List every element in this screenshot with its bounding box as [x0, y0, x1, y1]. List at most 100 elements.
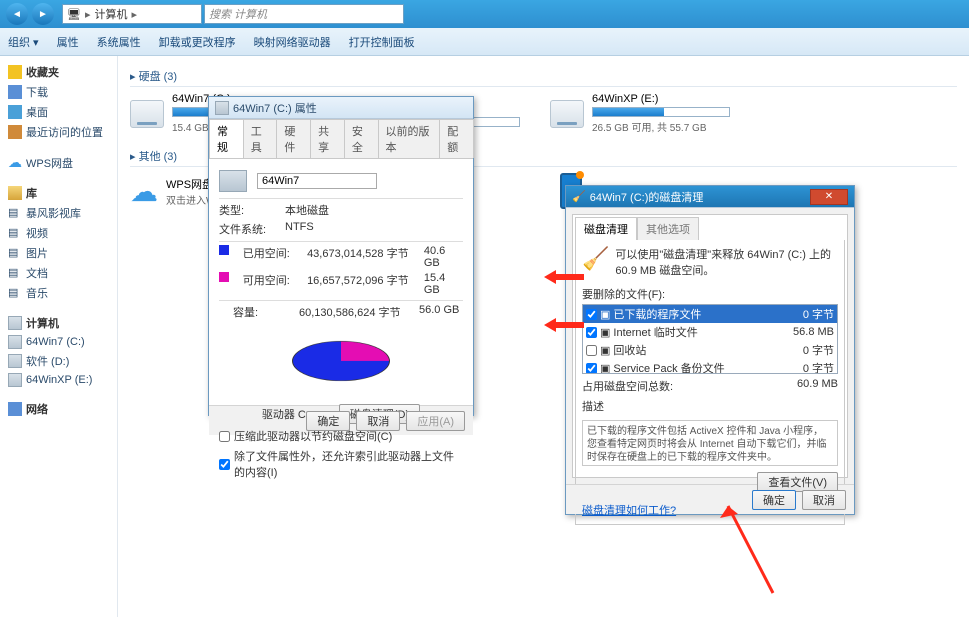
sidebar-item-desktop[interactable]: 桌面: [8, 102, 109, 122]
control-panel-button[interactable]: 打开控制面板: [349, 34, 415, 50]
cleanup-icon: 🧹: [572, 190, 586, 203]
sidebar-item-pictures[interactable]: ▤图片: [8, 243, 109, 263]
sidebar-item-downloads[interactable]: 下载: [8, 82, 109, 102]
ok-button[interactable]: 确定: [752, 490, 796, 510]
tab-disk-cleanup[interactable]: 磁盘清理: [575, 217, 637, 240]
properties-button[interactable]: 属性: [57, 34, 79, 50]
free-bytes: 16,657,572,096 字节: [307, 272, 414, 296]
tab-tools[interactable]: 工具: [243, 119, 278, 158]
used-bytes: 43,673,014,528 字节: [307, 245, 414, 269]
breadcrumb: 计算机: [95, 6, 128, 22]
desc-head: 描述: [582, 398, 838, 414]
capacity-label: 容量:: [233, 304, 289, 320]
list-item[interactable]: ▣Internet 临时文件56.8 MB: [583, 323, 837, 341]
tab-security[interactable]: 安全: [344, 119, 379, 158]
nav-back-button[interactable]: ◄: [6, 3, 28, 25]
sidebar-drive-d[interactable]: 软件 (D:): [8, 351, 109, 371]
tab-more-options[interactable]: 其他选项: [637, 217, 699, 240]
desc-text: 已下载的程序文件包括 ActiveX 控件和 Java 小程序，您查看特定网页时…: [582, 420, 838, 466]
file-checkbox[interactable]: [586, 309, 597, 320]
tab-sharing[interactable]: 共享: [310, 119, 345, 158]
dialog-title: 64Win7 (C:)的磁盘清理: [590, 189, 704, 205]
system-properties-button[interactable]: 系统属性: [97, 34, 141, 50]
cloud-icon: ☁: [130, 175, 158, 208]
sidebar-item-recent[interactable]: 最近访问的位置: [8, 122, 109, 142]
drive-icon: [8, 373, 22, 387]
list-item[interactable]: ▣Service Pack 备份文件0 字节: [583, 359, 837, 374]
document-icon: ▤: [8, 266, 22, 280]
disk-cleanup-dialog: 🧹 64Win7 (C:)的磁盘清理 ✕ 磁盘清理 其他选项 🧹 可以使用"磁盘…: [565, 185, 855, 515]
drives-section-head[interactable]: ▸ 硬盘 (3): [130, 68, 957, 87]
file-icon: ▣: [600, 362, 610, 375]
star-icon: [8, 65, 22, 79]
how-works-link[interactable]: 磁盘清理如何工作?: [582, 505, 676, 517]
picture-icon: ▤: [8, 246, 22, 260]
drive-e[interactable]: 64WinXP (E:) 26.5 GB 可用, 共 55.7 GB: [550, 93, 730, 134]
toolbar: 组织 ▾ 属性 系统属性 卸载或更改程序 映射网络驱动器 打开控制面板: [0, 28, 969, 56]
cloud-icon: ☁: [8, 154, 22, 171]
music-icon: ▤: [8, 286, 22, 300]
ok-button[interactable]: 确定: [306, 411, 350, 431]
used-legend-icon: [219, 245, 229, 255]
dialog-tabs: 常规 工具 硬件 共享 安全 以前的版本 配额: [209, 119, 473, 159]
library-icon: [8, 186, 22, 200]
dialog-title: 64Win7 (C:) 属性: [233, 100, 317, 116]
cancel-button[interactable]: 取消: [356, 411, 400, 431]
file-icon: ▣: [600, 308, 610, 321]
sidebar-network-head[interactable]: 网络: [8, 399, 109, 419]
organize-menu[interactable]: 组织 ▾: [8, 34, 39, 50]
drive-usage-bar: [592, 107, 730, 117]
sidebar-wps[interactable]: ☁WPS网盘: [8, 152, 109, 173]
sidebar-item-music[interactable]: ▤音乐: [8, 283, 109, 303]
tab-prev-versions[interactable]: 以前的版本: [378, 119, 441, 158]
sidebar-item-documents[interactable]: ▤文档: [8, 263, 109, 283]
compress-checkbox[interactable]: [219, 431, 230, 442]
download-icon: [8, 85, 22, 99]
tab-hardware[interactable]: 硬件: [276, 119, 311, 158]
apply-button[interactable]: 应用(A): [406, 411, 465, 431]
video-icon: ▤: [8, 206, 22, 220]
list-item[interactable]: ▣回收站0 字节: [583, 341, 837, 359]
drive-icon: [215, 101, 229, 115]
drive-icon: [550, 100, 584, 128]
sidebar-computer-head[interactable]: 计算机: [8, 313, 109, 333]
file-checkbox[interactable]: [586, 345, 597, 356]
nav-forward-button[interactable]: ►: [32, 3, 54, 25]
dialog-titlebar[interactable]: 🧹 64Win7 (C:)的磁盘清理 ✕: [566, 186, 854, 208]
sidebar-favorites-head[interactable]: 收藏夹: [8, 62, 109, 82]
file-list-label: 要删除的文件(F):: [582, 286, 838, 302]
map-drive-button[interactable]: 映射网络驱动器: [254, 34, 331, 50]
tab-general[interactable]: 常规: [209, 119, 244, 158]
film-icon: ▤: [8, 226, 22, 240]
gain-value: 60.9 MB: [797, 378, 838, 394]
file-icon: ▣: [600, 326, 610, 339]
drive-name-input[interactable]: [257, 173, 377, 189]
file-checkbox[interactable]: [586, 327, 597, 338]
computer-icon: 🖥: [67, 8, 81, 21]
drive-icon: [130, 100, 164, 128]
cleanup-file-list[interactable]: ▣已下载的程序文件0 字节 ▣Internet 临时文件56.8 MB ▣回收站…: [582, 304, 838, 374]
free-legend-icon: [219, 272, 229, 282]
close-button[interactable]: ✕: [810, 189, 848, 205]
list-item[interactable]: ▣已下载的程序文件0 字节: [583, 305, 837, 323]
dialog-titlebar[interactable]: 64Win7 (C:) 属性: [209, 97, 473, 119]
address-bar[interactable]: 🖥 ▸ 计算机 ▸: [62, 4, 202, 24]
cleanup-icon: 🧹: [582, 246, 609, 278]
index-checkbox[interactable]: [219, 459, 230, 470]
uninstall-button[interactable]: 卸载或更改程序: [159, 34, 236, 50]
file-checkbox[interactable]: [586, 363, 597, 374]
desktop-icon: [8, 105, 22, 119]
usage-pie-chart: [292, 341, 390, 381]
navigation-pane: 收藏夹 下载 桌面 最近访问的位置 ☁WPS网盘 库 ▤暴风影视库 ▤视频 ▤图…: [0, 56, 118, 617]
capacity-gb: 56.0 GB: [419, 304, 459, 320]
sidebar-item-baofeng[interactable]: ▤暴风影视库: [8, 203, 109, 223]
sidebar-libraries-head[interactable]: 库: [8, 183, 109, 203]
search-input[interactable]: 搜索 计算机: [204, 4, 404, 24]
sidebar-drive-e[interactable]: 64WinXP (E:): [8, 371, 109, 389]
pie-drive-label: 驱动器 C:: [262, 406, 309, 422]
tab-quota[interactable]: 配额: [439, 119, 474, 158]
sidebar-item-videos[interactable]: ▤视频: [8, 223, 109, 243]
sidebar-drive-c[interactable]: 64Win7 (C:): [8, 333, 109, 351]
cancel-button[interactable]: 取消: [802, 490, 846, 510]
network-icon: [8, 402, 22, 416]
